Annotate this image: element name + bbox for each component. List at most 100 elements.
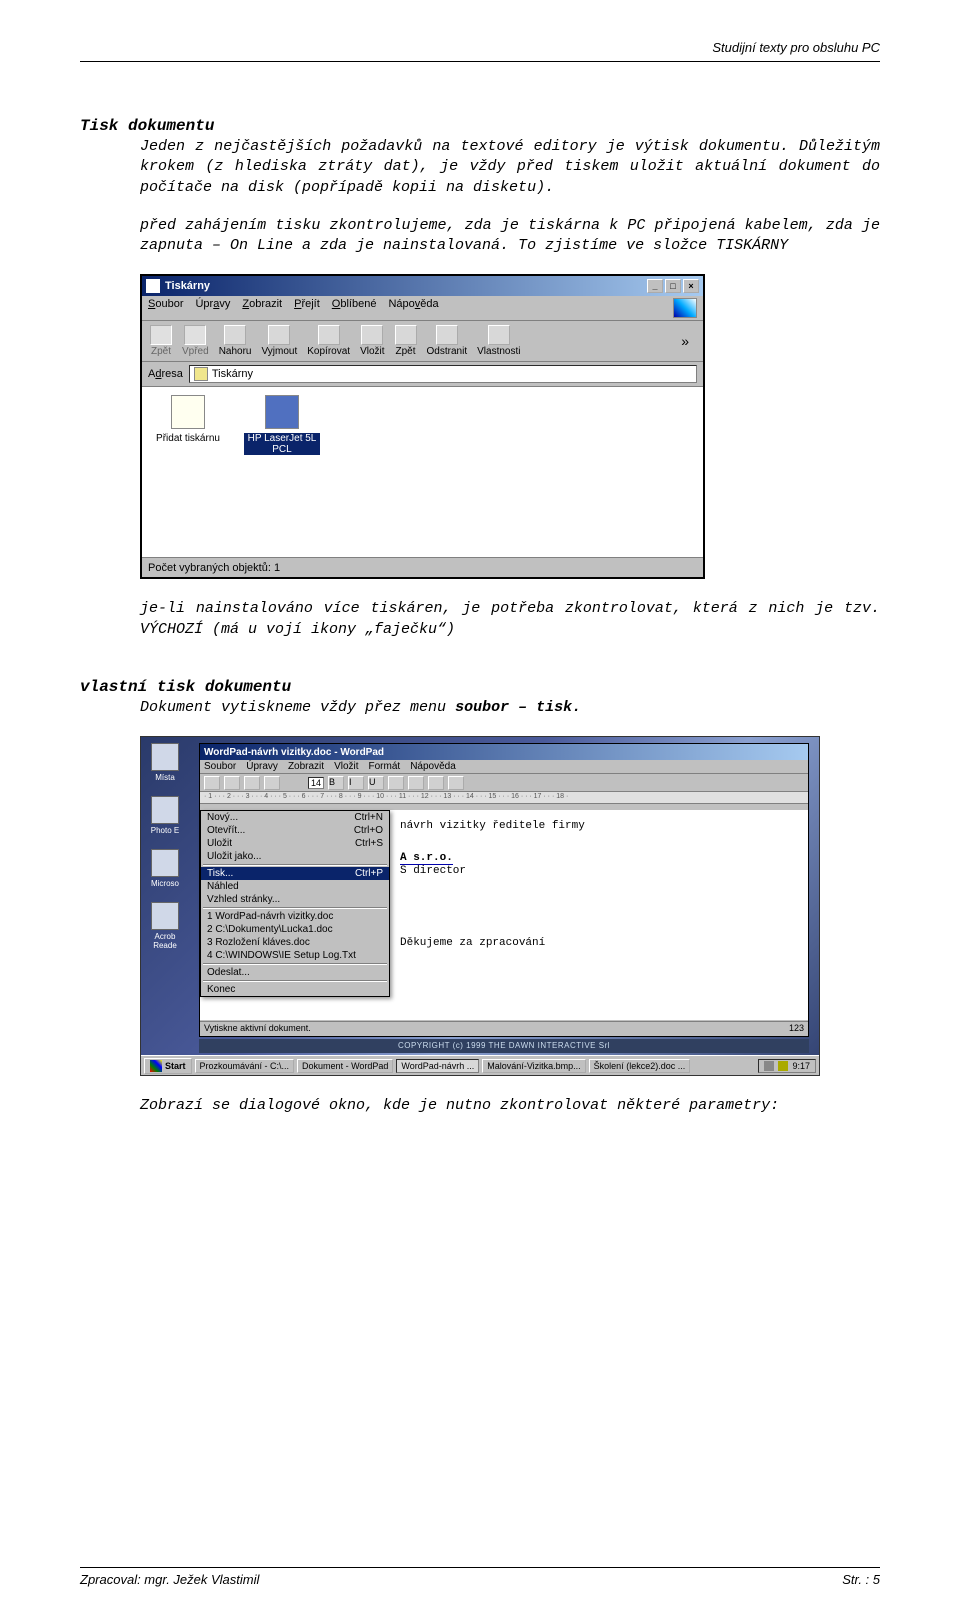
- wordpad-body[interactable]: Nový...Ctrl+N Otevřít...Ctrl+O UložitCtr…: [200, 810, 808, 1020]
- task-explorer[interactable]: Prozkoumávání - C:\...: [195, 1059, 295, 1073]
- wp-menu-napoveda[interactable]: Nápověda: [410, 761, 456, 772]
- windows-logo-icon: [150, 1060, 162, 1072]
- menu-zobrazit[interactable]: Zobrazit: [242, 298, 282, 318]
- wp-tool-print[interactable]: [264, 776, 280, 790]
- desk-icon-1[interactable]: Místa: [145, 743, 185, 782]
- wp-tool-underline[interactable]: U: [368, 776, 384, 790]
- tray-icon2: [778, 1061, 788, 1071]
- toolbar-more-icon[interactable]: »: [681, 333, 695, 349]
- menu-soubor[interactable]: Soubor: [148, 298, 183, 318]
- section-title-vlastni-tisk: vlastní tisk dokumentu: [80, 678, 880, 696]
- address-bar: Adresa Tiskárny: [142, 362, 703, 387]
- printers-title-icon: [146, 279, 160, 293]
- section3-p1-bold: soubor – tisk.: [455, 699, 581, 716]
- wp-font-size[interactable]: 14: [308, 777, 324, 789]
- printers-statusbar: Počet vybraných objektů: 1: [142, 557, 703, 577]
- wp-menu-upravy[interactable]: Úpravy: [246, 761, 278, 772]
- fm-tisk[interactable]: Tisk...Ctrl+P: [201, 867, 389, 880]
- wp-tool-align1[interactable]: [388, 776, 404, 790]
- desk-icon-3[interactable]: Microso: [145, 849, 185, 888]
- menu-oblibene[interactable]: Oblíbené: [332, 298, 377, 318]
- properties-button[interactable]: Vlastnosti: [477, 325, 520, 357]
- wp-menu-zobrazit[interactable]: Zobrazit: [288, 761, 324, 772]
- printers-titlebar[interactable]: Tiskárny _ □ ×: [142, 276, 703, 296]
- close-button[interactable]: ×: [683, 279, 699, 293]
- back-button[interactable]: Zpět: [150, 325, 172, 357]
- fm-ulozit[interactable]: UložitCtrl+S: [201, 837, 389, 850]
- menu-prejit[interactable]: Přejít: [294, 298, 320, 318]
- cut-button[interactable]: Vyjmout: [262, 325, 298, 357]
- fm-recent1[interactable]: 1 WordPad-návrh vizitky.doc: [201, 910, 389, 923]
- wordpad-statusbar: Vytiskne aktivní dokument. 123: [200, 1021, 808, 1036]
- printers-content-area[interactable]: Přidat tiskárnu HP LaserJet 5L PCL: [142, 387, 703, 557]
- menu-upravy[interactable]: Úpravy: [195, 298, 230, 318]
- copy-button[interactable]: Kopírovat: [307, 325, 350, 357]
- wp-tool-new[interactable]: [204, 776, 220, 790]
- wp-tool-italic[interactable]: I: [348, 776, 364, 790]
- task-wordpad1[interactable]: Dokument - WordPad: [297, 1059, 393, 1073]
- footer-left: Zpracoval: mgr. Ježek Vlastimil: [80, 1572, 259, 1587]
- wp-status-right: 123: [789, 1023, 804, 1035]
- fm-odeslat[interactable]: Odeslat...: [201, 966, 389, 979]
- fm-vzhled[interactable]: Vzhled stránky...: [201, 893, 389, 906]
- maximize-button[interactable]: □: [665, 279, 681, 293]
- address-field[interactable]: Tiskárny: [189, 365, 697, 383]
- fm-novy[interactable]: Nový...Ctrl+N: [201, 811, 389, 824]
- fm-konec[interactable]: Konec: [201, 983, 389, 996]
- section2-p: je-li nainstalováno více tiskáren, je po…: [140, 599, 880, 640]
- address-value: Tiskárny: [212, 368, 253, 380]
- fm-ulozit-jako[interactable]: Uložit jako...: [201, 850, 389, 863]
- hp-printer-label: HP LaserJet 5L PCL: [244, 433, 320, 455]
- desk-icon-2[interactable]: Photo E: [145, 796, 185, 835]
- printers-window-screenshot: Tiskárny _ □ × Soubor Úpravy Zobrazit Př…: [140, 274, 880, 579]
- wp-menu-vlozit[interactable]: Vložit: [334, 761, 358, 772]
- wp-menu-format[interactable]: Formát: [369, 761, 401, 772]
- doc-line1: návrh vizitky ředitele firmy: [400, 820, 798, 832]
- printers-title-text: Tiskárny: [165, 280, 642, 292]
- undo-button[interactable]: Zpět: [395, 325, 417, 357]
- wordpad-screenshot: Místa Photo E Microso Acrob Reade WordPa…: [140, 736, 880, 1076]
- tray-clock: 9:17: [792, 1061, 810, 1071]
- system-tray[interactable]: 9:17: [758, 1059, 816, 1073]
- footer-right: Str. : 5: [842, 1572, 880, 1587]
- wp-tool-bold[interactable]: B: [328, 776, 344, 790]
- fm-otevrit[interactable]: Otevřít...Ctrl+O: [201, 824, 389, 837]
- wp-tool-save[interactable]: [244, 776, 260, 790]
- delete-button[interactable]: Odstranit: [427, 325, 468, 357]
- section1-p2: před zahájením tisku zkontrolujeme, zda …: [140, 216, 880, 257]
- tray-icon: [764, 1061, 774, 1071]
- task-wordpad2[interactable]: WordPad-návrh ...: [396, 1059, 479, 1073]
- wp-menu-soubor[interactable]: Soubor: [204, 761, 236, 772]
- page-footer: Zpracoval: mgr. Ježek Vlastimil Str. : 5: [80, 1567, 880, 1587]
- menu-napoveda[interactable]: Nápověda: [388, 298, 438, 318]
- paste-button[interactable]: Vložit: [360, 325, 384, 357]
- fm-nahled[interactable]: Náhled: [201, 880, 389, 893]
- fm-recent3[interactable]: 3 Rozložení kláves.doc: [201, 936, 389, 949]
- desk-icon-4[interactable]: Acrob Reade: [145, 902, 185, 950]
- forward-button[interactable]: Vpřed: [182, 325, 209, 357]
- minimize-button[interactable]: _: [647, 279, 663, 293]
- hp-printer-icon[interactable]: HP LaserJet 5L PCL: [244, 395, 320, 455]
- add-printer-label: Přidat tiskárnu: [156, 433, 220, 444]
- wordpad-menubar: Soubor Úpravy Zobrazit Vložit Formát Náp…: [200, 760, 808, 774]
- wp-tool-bullets[interactable]: [448, 776, 464, 790]
- wp-tool-open[interactable]: [224, 776, 240, 790]
- wp-tool-align2[interactable]: [408, 776, 424, 790]
- up-button[interactable]: Nahoru: [219, 325, 252, 357]
- printers-folder-icon: [194, 367, 208, 381]
- task-paint[interactable]: Malování-Vizitka.bmp...: [482, 1059, 585, 1073]
- taskbar: Start Prozkoumávání - C:\... Dokument - …: [141, 1055, 819, 1075]
- doc-line2: A s.r.o.: [400, 852, 453, 865]
- wordpad-document: návrh vizitky ředitele firmy A s.r.o. S …: [400, 820, 798, 949]
- copyright-strip: COPYRIGHT (c) 1999 THE DAWN INTERACTIVE …: [199, 1039, 809, 1053]
- task-skoleni[interactable]: Školení (lekce2).doc ...: [589, 1059, 691, 1073]
- address-label: Adresa: [148, 368, 183, 380]
- wordpad-titlebar[interactable]: WordPad-návrh vizitky.doc - WordPad: [200, 744, 808, 760]
- fm-recent2[interactable]: 2 C:\Dokumenty\Lucka1.doc: [201, 923, 389, 936]
- page-header-right: Studijní texty pro obsluhu PC: [80, 40, 880, 55]
- fm-recent4[interactable]: 4 C:\WINDOWS\IE Setup Log.Txt: [201, 949, 389, 962]
- printers-toolbar: Zpět Vpřed Nahoru Vyjmout Kopírovat Vlož…: [142, 321, 703, 362]
- add-printer-icon[interactable]: Přidat tiskárnu: [150, 395, 226, 444]
- wp-tool-align3[interactable]: [428, 776, 444, 790]
- start-button[interactable]: Start: [144, 1058, 192, 1074]
